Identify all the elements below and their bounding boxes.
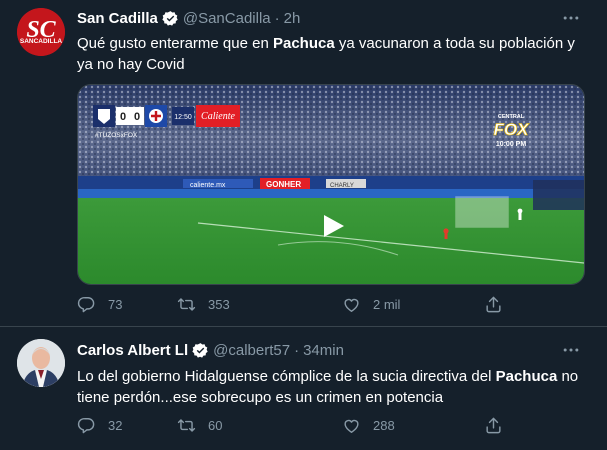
highlighted-term: Pachuca (272, 35, 335, 52)
tweet-actions: 32 60 288 (77, 413, 517, 437)
reply-count: 32 (108, 417, 123, 433)
verified-badge-icon (192, 342, 208, 358)
more-options-icon[interactable] (561, 340, 581, 360)
reply-icon (77, 417, 95, 433)
tweet-san-cadilla[interactable]: SC SANCADILLA San Cadilla @SanCadilla · … (0, 0, 607, 327)
video-thumbnail: caliente.mx GONHER CHARLY 0 0 12:50 Cali… (78, 85, 584, 284)
avatar[interactable]: SC SANCADILLA (17, 8, 65, 56)
author-handle[interactable]: @calbert57 (213, 342, 290, 359)
separator-dot: · (274, 9, 280, 27)
author-handle[interactable]: @SanCadilla (183, 10, 271, 27)
tweet-header: Carlos Albert Ll @calbert57 · 34min (77, 340, 344, 360)
broadcast-time: 10:00 PM (496, 141, 527, 148)
score-away: 0 (134, 111, 140, 123)
retweet-button[interactable]: 353 (177, 292, 230, 316)
reply-button[interactable]: 73 (77, 292, 122, 316)
like-button[interactable]: 2 mil (342, 292, 400, 316)
like-count: 2 mil (373, 296, 401, 312)
tweet-time[interactable]: 34min (303, 342, 344, 359)
share-button[interactable] (484, 292, 515, 316)
svg-text:SANCADILLA: SANCADILLA (20, 38, 63, 45)
author-name[interactable]: San Cadilla (77, 10, 158, 27)
highlighted-term: Pachuca (495, 368, 558, 385)
author-name[interactable]: Carlos Albert Ll (77, 342, 188, 359)
share-icon (486, 417, 501, 433)
sponsor-logo: Caliente (201, 111, 235, 122)
match-clock: 12:50 (174, 114, 192, 121)
share-icon (486, 296, 501, 312)
broadcast-hashtag: #TUZOSxFOX (95, 132, 138, 139)
like-icon (344, 419, 359, 433)
retweet-count: 353 (208, 296, 230, 312)
tweet-text: Qué gusto enterarme que en Pachuca ya va… (77, 35, 575, 73)
reply-count: 73 (108, 296, 123, 312)
tweet-time[interactable]: 2h (284, 10, 301, 27)
tweet-carlos-albert[interactable]: Carlos Albert Ll @calbert57 · 34min Lo d… (0, 327, 607, 450)
san-cadilla-logo: SC SANCADILLA (17, 8, 65, 56)
ad-board-charly: CHARLY (330, 183, 354, 189)
broadcaster-logo: FOX (494, 120, 531, 139)
ad-board-gonher: GONHER (266, 180, 301, 189)
tweet-text: Lo del gobierno Hidalguense cómplice de … (77, 368, 579, 406)
reply-button[interactable]: 32 (77, 413, 122, 437)
video-player[interactable]: caliente.mx GONHER CHARLY 0 0 12:50 Cali… (77, 84, 585, 285)
reply-icon (77, 296, 95, 312)
retweet-count: 60 (208, 417, 223, 433)
profile-photo (17, 339, 65, 387)
avatar[interactable] (17, 339, 65, 387)
retweet-icon (177, 297, 196, 311)
like-icon (344, 298, 359, 312)
like-count: 288 (373, 417, 395, 433)
ad-board-caliente: caliente.mx (190, 182, 226, 189)
like-button[interactable]: 288 (342, 413, 395, 437)
more-options-icon[interactable] (561, 8, 581, 28)
retweet-icon (177, 418, 196, 432)
tweet-actions: 73 353 2 mil (77, 292, 517, 316)
verified-badge-icon (162, 10, 178, 26)
score-home: 0 (120, 111, 126, 123)
tweet-header: San Cadilla @SanCadilla · 2h (77, 8, 300, 28)
retweet-button[interactable]: 60 (177, 413, 222, 437)
separator-dot: · (294, 341, 300, 359)
share-button[interactable] (484, 413, 515, 437)
